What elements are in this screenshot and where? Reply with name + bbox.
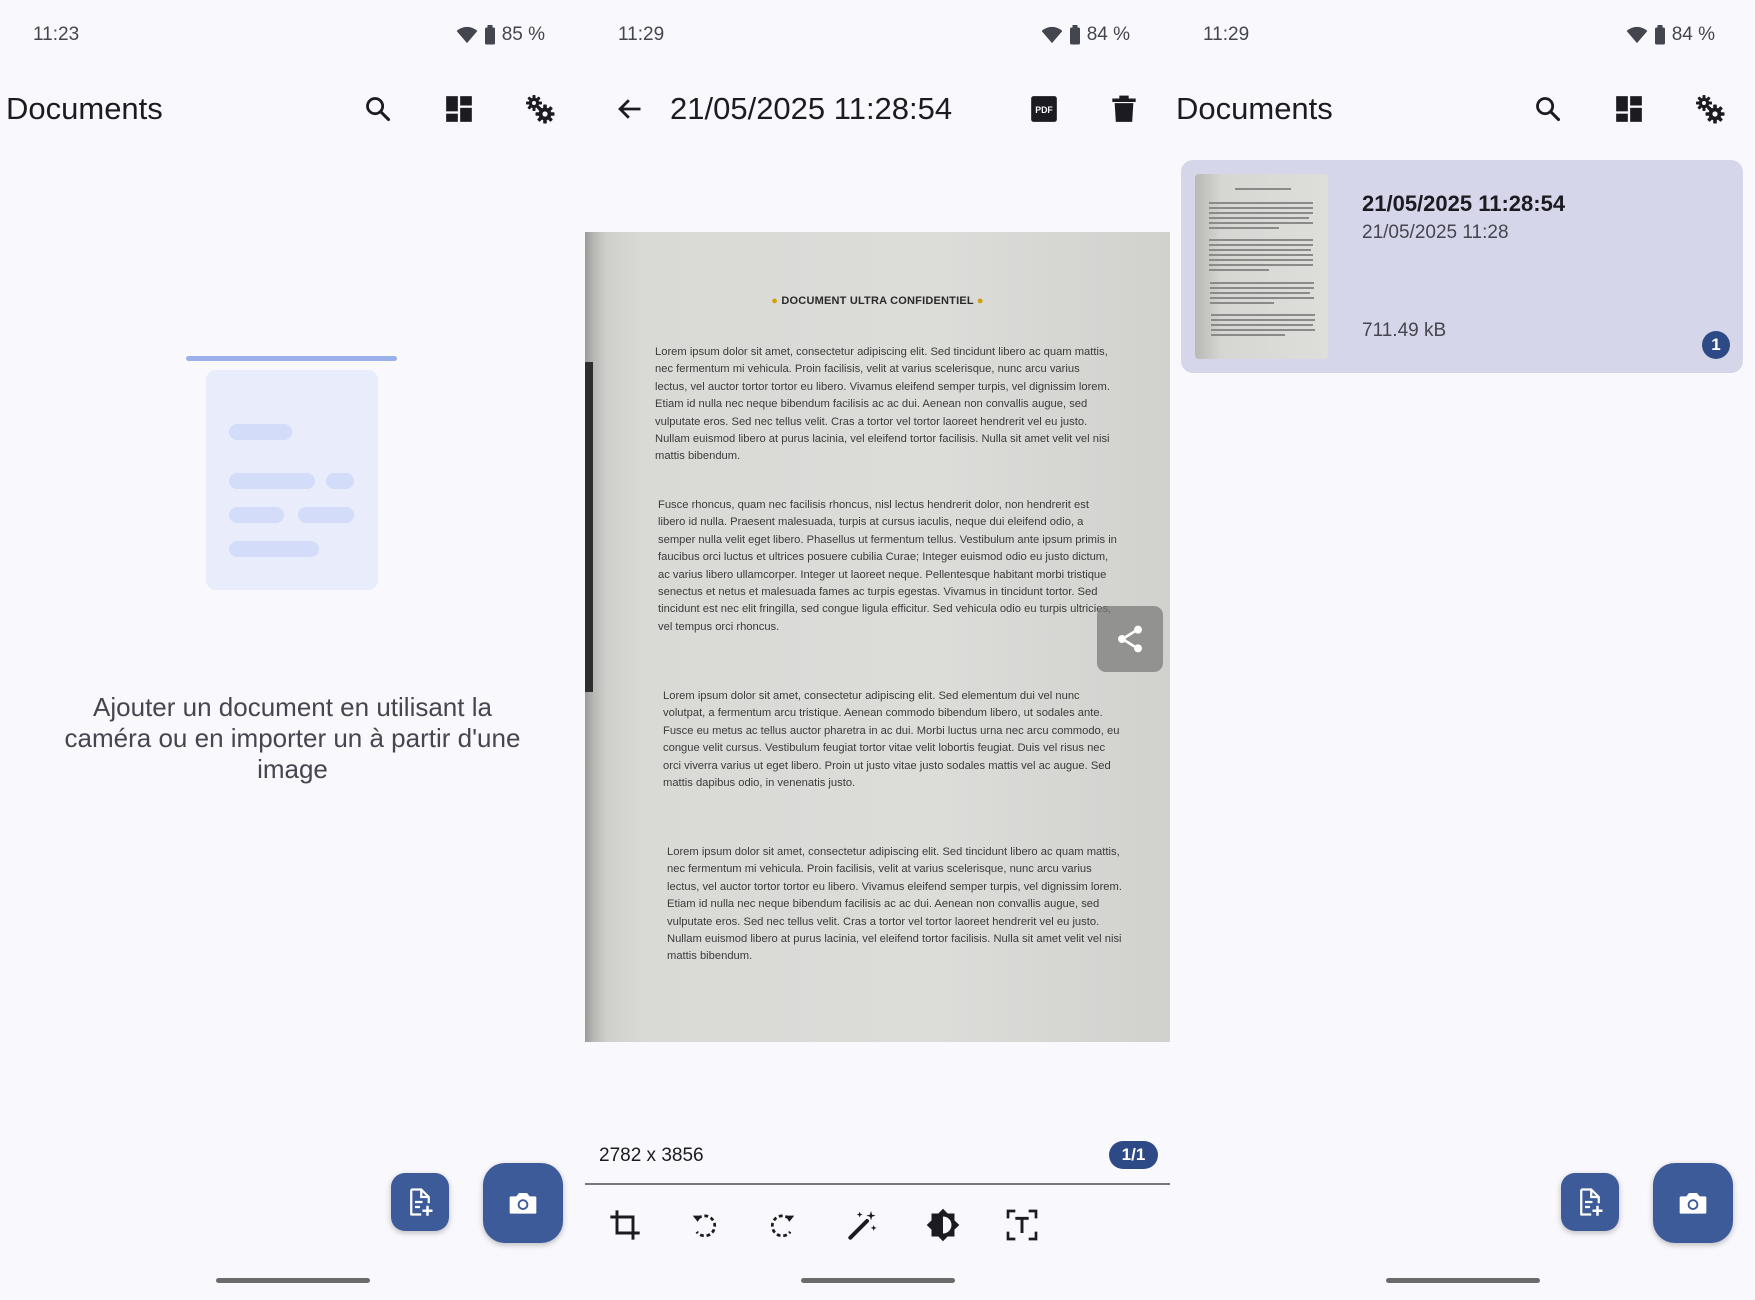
- wifi-icon: [456, 26, 478, 44]
- settings-button[interactable]: [518, 87, 562, 131]
- grid-view-icon: [446, 96, 472, 122]
- document-paragraph: Lorem ipsum dolor sit amet, consectetur …: [667, 846, 1122, 963]
- ocr-button[interactable]: [1000, 1203, 1044, 1247]
- home-indicator[interactable]: [800, 1278, 955, 1283]
- share-button[interactable]: [1097, 606, 1163, 672]
- rotate-right-icon: [770, 1214, 795, 1238]
- battery-icon: [484, 25, 495, 45]
- wifi-icon: [1626, 26, 1648, 44]
- import-document-button[interactable]: [391, 1173, 449, 1231]
- battery-level: 84 %: [1086, 24, 1130, 45]
- document-list-empty-screen: 11:23 85 % Documents Ajouter un document…: [0, 0, 585, 1300]
- search-button[interactable]: [1526, 87, 1570, 131]
- svg-text:PDF: PDF: [1035, 105, 1053, 115]
- rotate-left-icon: [692, 1214, 717, 1238]
- edit-toolbar: [585, 1203, 1170, 1247]
- status-bar: 11:29 84 %: [1170, 22, 1755, 48]
- page-indicator: 1/1: [1109, 1141, 1158, 1169]
- document-detail-screen: 11:29 84 % 21/05/2025 11:28:54 PDF ● DOC…: [585, 0, 1170, 1300]
- document-paragraph: Lorem ipsum dolor sit amet, consectetur …: [663, 690, 1120, 790]
- empty-state-message: Ajouter un document en utilisant la camé…: [64, 692, 521, 784]
- settings-button[interactable]: [1688, 87, 1732, 131]
- settings-icon: [526, 95, 555, 124]
- card-title: 21/05/2025 11:28:54: [1362, 191, 1566, 216]
- grid-view-icon: [1616, 96, 1642, 122]
- share-icon: [1118, 625, 1142, 653]
- status-time: 11:23: [33, 24, 80, 45]
- empty-documents-illustration: [186, 356, 397, 590]
- document-image[interactable]: ● DOCUMENT ULTRA CONFIDENTIEL ● Lorem ip…: [585, 232, 1170, 1042]
- back-button[interactable]: [608, 87, 652, 131]
- back-arrow-icon: [618, 99, 641, 119]
- contrast-icon: [926, 1208, 960, 1242]
- image-dimensions: 2782 x 3856: [599, 1145, 704, 1166]
- document-heading: ● DOCUMENT ULTRA CONFIDENTIEL ●: [771, 295, 984, 307]
- card-date: 21/05/2025 11:28: [1362, 222, 1509, 243]
- camera-icon: [509, 1193, 537, 1214]
- page-title: Documents: [1176, 91, 1333, 126]
- status-indicators: 84 %: [1626, 24, 1715, 46]
- pdf-icon: PDF: [1031, 96, 1057, 122]
- battery-icon: [1069, 25, 1080, 45]
- camera-button[interactable]: [1653, 1163, 1733, 1243]
- battery-level: 84 %: [1671, 24, 1715, 45]
- crop-button[interactable]: [603, 1203, 647, 1247]
- grid-view-button[interactable]: [437, 87, 481, 131]
- document-list-screen: 11:29 84 % Documents 21/05/2025 11:28:54…: [1170, 0, 1755, 1300]
- battery-level: 85 %: [501, 24, 545, 45]
- document-card[interactable]: 21/05/2025 11:28:54 21/05/2025 11:28 711…: [1181, 160, 1743, 373]
- auto-enhance-button[interactable]: [841, 1203, 885, 1247]
- wifi-icon: [1041, 26, 1063, 44]
- delete-icon: [1112, 95, 1136, 122]
- battery-icon: [1654, 25, 1665, 45]
- document-title: 21/05/2025 11:28:54: [670, 91, 953, 126]
- settings-icon: [1696, 95, 1725, 124]
- magic-wand-icon: [848, 1211, 877, 1240]
- import-document-button[interactable]: [1561, 1173, 1619, 1231]
- card-file-size: 711.49 kB: [1362, 320, 1447, 341]
- status-indicators: 85 %: [456, 24, 545, 46]
- import-document-icon: [410, 1188, 433, 1216]
- import-document-icon: [1580, 1188, 1603, 1216]
- search-icon: [1536, 97, 1561, 122]
- rotate-right-button[interactable]: [761, 1203, 805, 1247]
- camera-button[interactable]: [483, 1163, 563, 1243]
- rotate-left-button[interactable]: [682, 1203, 726, 1247]
- text-recognition-icon: [1006, 1209, 1038, 1241]
- search-icon: [366, 97, 391, 122]
- page-title: Documents: [6, 91, 163, 126]
- brightness-button[interactable]: [921, 1203, 965, 1247]
- document-paragraph: Fusce rhoncus, quam nec facilisis rhoncu…: [658, 499, 1117, 633]
- page-edge-dark: [585, 362, 593, 692]
- status-indicators: 84 %: [1041, 24, 1130, 46]
- export-pdf-button[interactable]: PDF: [1022, 87, 1066, 131]
- page-count-badge: 1: [1702, 331, 1730, 359]
- delete-button[interactable]: [1102, 87, 1146, 131]
- document-paragraph: Lorem ipsum dolor sit amet, consectetur …: [655, 346, 1110, 463]
- status-time: 11:29: [618, 24, 665, 45]
- camera-icon: [1679, 1193, 1707, 1214]
- home-indicator[interactable]: [215, 1278, 370, 1283]
- status-bar: 11:29 84 %: [585, 22, 1170, 48]
- document-thumbnail: [1195, 174, 1328, 359]
- status-bar: 11:23 85 %: [0, 22, 585, 48]
- search-button[interactable]: [356, 87, 400, 131]
- crop-icon: [610, 1210, 640, 1240]
- home-indicator[interactable]: [1385, 1278, 1540, 1283]
- grid-view-button[interactable]: [1607, 87, 1651, 131]
- status-time: 11:29: [1203, 24, 1250, 45]
- toolbar-divider: [585, 1183, 1170, 1185]
